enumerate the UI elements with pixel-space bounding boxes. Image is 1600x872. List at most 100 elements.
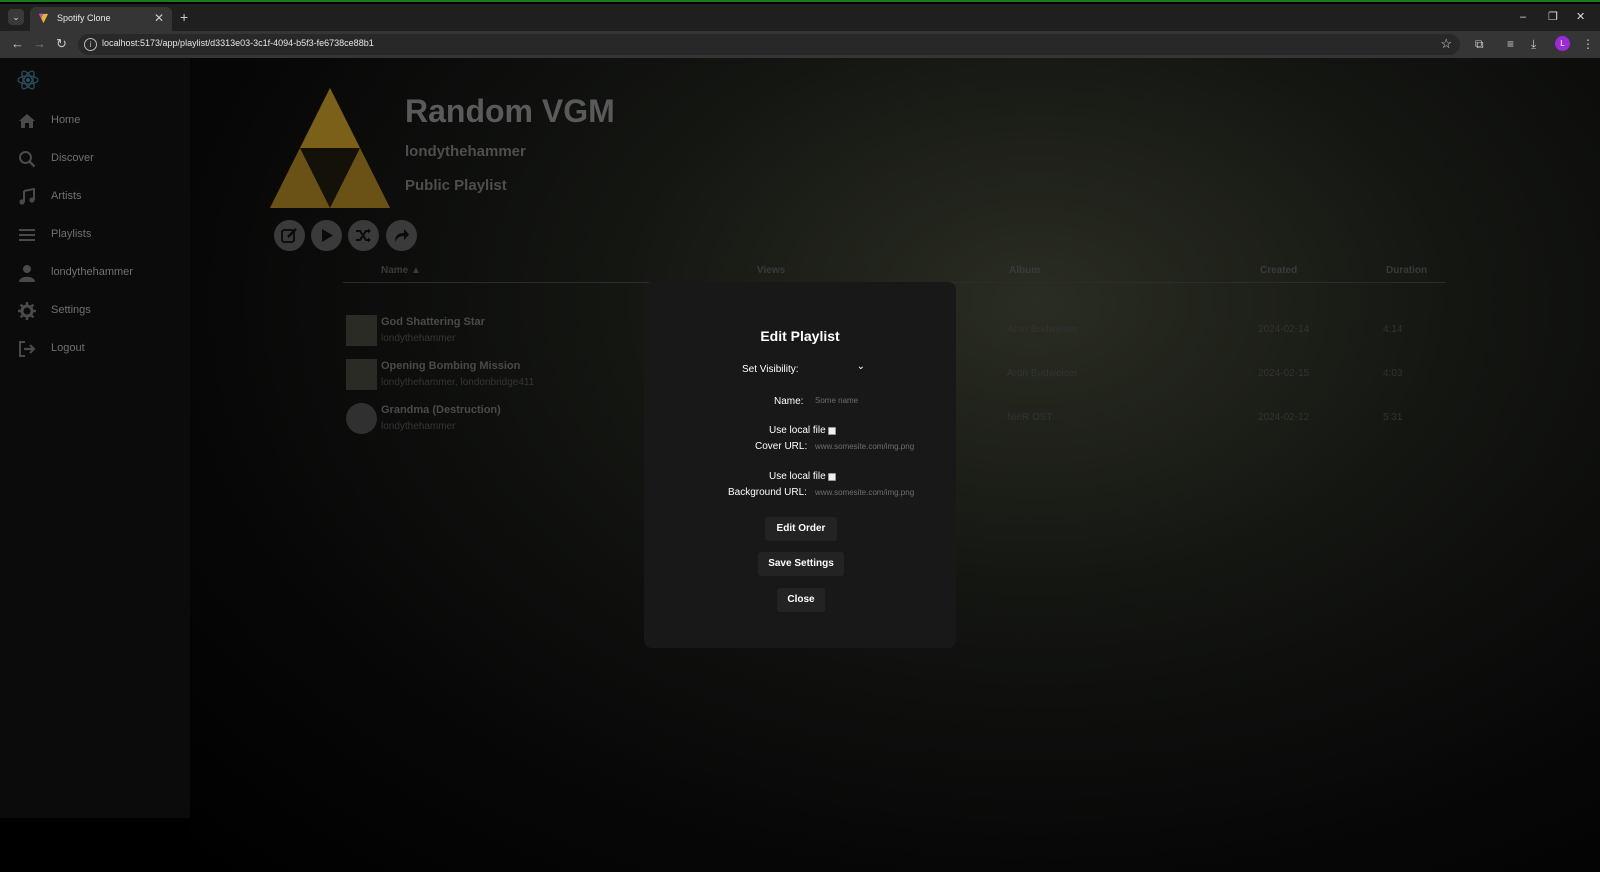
favicon-icon — [38, 13, 49, 24]
song-title: Opening Bombing Mission — [381, 360, 521, 372]
media-control-icon[interactable]: ≡ — [1507, 37, 1514, 51]
sidebar-item-label: Discover — [51, 152, 94, 164]
playlist-title: Random VGM — [405, 93, 615, 129]
sidebar-item-label: Artists — [51, 190, 82, 202]
profile-avatar[interactable]: L — [1555, 36, 1570, 51]
sidebar-item-artists[interactable]: Artists — [18, 186, 183, 210]
cover-url-input[interactable]: www.somesite.com/img.png — [815, 442, 945, 458]
song-album[interactable]: Aron Budweiser — [1007, 324, 1078, 335]
play-button[interactable] — [311, 220, 342, 251]
restore-icon[interactable]: ❐ — [1548, 10, 1558, 24]
column-header-name[interactable]: Name ▲ — [381, 265, 421, 276]
sidebar-item-settings[interactable]: Settings — [18, 300, 183, 324]
edit-playlist-button[interactable] — [274, 220, 305, 251]
song-artist[interactable]: londythehammer — [381, 333, 455, 344]
background-local-file-label: Use local file — [769, 471, 826, 482]
music-note-icon — [19, 188, 35, 205]
minimize-icon[interactable]: – — [1520, 10, 1526, 24]
edit-playlist-modal: Edit Playlist Set Visibility: ⌄ Name: So… — [644, 282, 956, 648]
sidebar-item-discover[interactable]: Discover — [18, 148, 183, 172]
sidebar-item-label: Settings — [51, 304, 91, 316]
song-thumbnail — [346, 315, 377, 346]
list-icon — [19, 229, 35, 241]
name-input[interactable]: Some name — [815, 396, 935, 412]
bookmark-star-icon[interactable]: ☆ — [1440, 36, 1452, 52]
song-thumbnail — [346, 403, 377, 434]
song-duration: 5:31 — [1383, 412, 1403, 423]
background-local-file-checkbox[interactable] — [828, 473, 836, 481]
tab-bar: ⌄ Spotify Clone ✕ + – ❐ ✕ — [0, 4, 1600, 31]
song-title: Grandma (Destruction) — [381, 404, 501, 416]
name-label: Name: — [774, 396, 804, 407]
gear-icon — [18, 302, 36, 320]
user-icon — [19, 265, 35, 282]
sidebar-item-home[interactable]: Home — [18, 110, 183, 134]
song-created: 2024-02-14 — [1258, 324, 1310, 335]
navigation-bar: ← → ↻ i localhost:5173/app/playlist/d331… — [0, 31, 1600, 58]
column-header-album[interactable]: Album — [1009, 265, 1040, 276]
react-logo-icon[interactable] — [16, 68, 40, 92]
column-header-views[interactable]: Views — [757, 265, 785, 276]
playlist-cover-image — [270, 88, 390, 208]
site-info-icon[interactable]: i — [84, 38, 97, 51]
close-button[interactable]: Close — [777, 588, 825, 612]
sidebar: Home Discover Artists Playlists londythe… — [0, 58, 190, 818]
cover-local-file-checkbox[interactable] — [828, 427, 836, 435]
song-artist[interactable]: londythehammer — [381, 421, 455, 432]
song-created: 2024-02-15 — [1258, 368, 1310, 379]
song-album[interactable]: NieR OST — [1007, 412, 1053, 423]
play-icon — [322, 229, 333, 242]
shuffle-button[interactable] — [348, 220, 379, 251]
background-url-label: Background URL: — [728, 487, 807, 498]
sidebar-item-label: Logout — [51, 342, 85, 354]
cover-url-label: Cover URL: — [755, 441, 808, 452]
playlist-owner[interactable]: londythehammer — [405, 143, 526, 160]
tab-title: Spotify Clone — [57, 13, 111, 23]
sidebar-item-profile[interactable]: londythehammer — [18, 262, 183, 286]
song-duration: 4:14 — [1383, 324, 1403, 335]
extensions-icon[interactable]: ⧉ — [1475, 37, 1484, 51]
browser-window: ⌄ Spotify Clone ✕ + – ❐ ✕ ← → ↻ i localh… — [0, 0, 1600, 872]
sidebar-item-label: Playlists — [51, 228, 92, 240]
playlist-visibility: Public Playlist — [405, 177, 507, 194]
chevron-down-icon: ⌄ — [856, 361, 865, 372]
tab-search-dropdown-icon[interactable]: ⌄ — [8, 9, 24, 25]
shuffle-icon — [356, 228, 371, 243]
download-icon[interactable]: ⤓ — [1531, 37, 1536, 51]
share-icon — [395, 229, 409, 242]
song-thumbnail — [346, 359, 377, 390]
sidebar-item-playlists[interactable]: Playlists — [18, 224, 183, 248]
new-tab-button[interactable]: + — [180, 9, 188, 25]
search-icon — [19, 151, 36, 168]
menu-kebab-icon[interactable]: ⋮ — [1582, 37, 1594, 51]
reload-icon[interactable]: ↻ — [56, 36, 67, 52]
home-icon — [19, 114, 35, 128]
column-header-created[interactable]: Created — [1260, 265, 1297, 276]
column-header-duration[interactable]: Duration — [1386, 265, 1427, 276]
visibility-label: Set Visibility: — [742, 364, 799, 375]
song-duration: 4:03 — [1383, 368, 1403, 379]
edit-order-button[interactable]: Edit Order — [765, 517, 837, 541]
song-album[interactable]: Aron Budweiser — [1007, 368, 1078, 379]
visibility-select[interactable]: ⌄ — [805, 361, 865, 377]
background-url-input[interactable]: www.somesite.com/img.png — [815, 488, 945, 504]
song-title: God Shattering Star — [381, 316, 485, 328]
modal-title: Edit Playlist — [760, 328, 840, 344]
cover-local-file-label: Use local file — [769, 425, 826, 436]
forward-icon[interactable]: → — [33, 36, 46, 52]
logout-icon — [19, 341, 36, 357]
sidebar-item-logout[interactable]: Logout — [18, 338, 183, 362]
share-button[interactable] — [386, 220, 417, 251]
url-text[interactable]: localhost:5173/app/playlist/d3313e03-3c1… — [102, 38, 374, 48]
sidebar-item-label: Home — [51, 114, 81, 126]
song-artist[interactable]: londythehammer, londonbridge411 — [381, 377, 534, 388]
song-created: 2024-02-12 — [1258, 412, 1310, 423]
address-bar[interactable]: i localhost:5173/app/playlist/d3313e03-3… — [78, 34, 1460, 55]
save-settings-button[interactable]: Save Settings — [758, 552, 844, 576]
close-window-icon[interactable]: ✕ — [1576, 10, 1585, 24]
browser-tab[interactable]: Spotify Clone ✕ — [30, 7, 172, 31]
sidebar-item-label: londythehammer — [51, 266, 133, 278]
tab-close-icon[interactable]: ✕ — [154, 11, 164, 25]
app-page: Home Discover Artists Playlists londythe… — [0, 58, 1600, 872]
back-icon[interactable]: ← — [11, 36, 24, 52]
